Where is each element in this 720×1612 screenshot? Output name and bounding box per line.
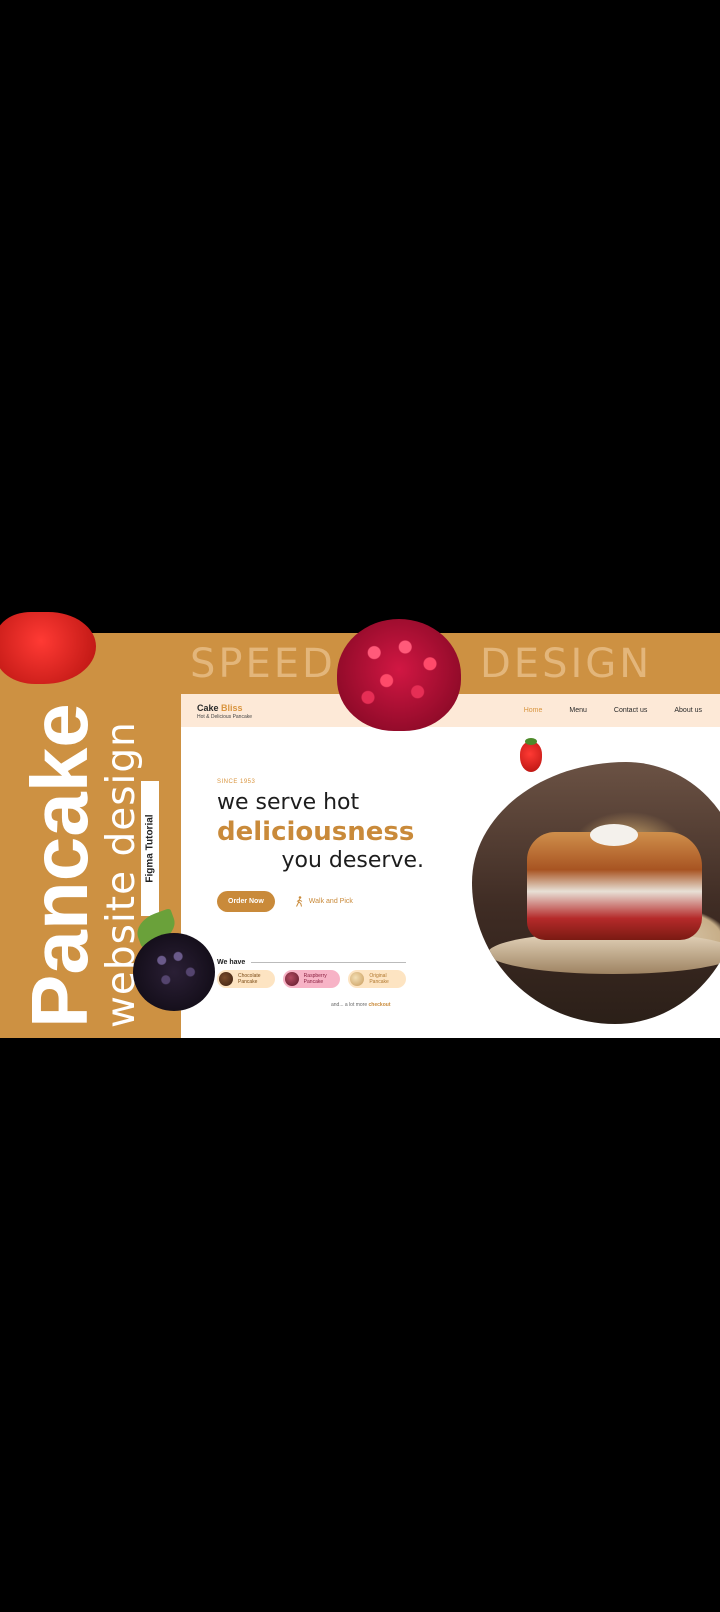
figma-tutorial-label: Figma Tutorial xyxy=(144,814,156,883)
banner-word-speed: SPEED xyxy=(190,641,336,687)
nav-links: Home Menu Contact us About us xyxy=(524,694,702,727)
chip-raspberry-pancake[interactable]: Raspberry Pancake xyxy=(282,970,341,988)
cta-row: Order Now Walk and Pick xyxy=(217,891,353,912)
walk-and-pick-link[interactable]: Walk and Pick xyxy=(295,896,353,907)
chip-line2: Pancake xyxy=(369,979,389,985)
raspberry-pancake-thumbnail xyxy=(284,972,299,986)
we-have-section: We have Chocolate Pancake Raspberry Pancak… xyxy=(217,959,407,988)
banner-word-design: DESIGN xyxy=(480,641,653,687)
raspberry-image xyxy=(337,619,461,731)
figma-tutorial-tag: Figma Tutorial xyxy=(141,781,159,916)
chip-label: Chocolate Pancake xyxy=(238,973,261,985)
nav-menu[interactable]: Menu xyxy=(569,707,587,714)
brand-tagline: Hot & Delicious Pancake xyxy=(197,714,253,720)
blackberry-image xyxy=(133,933,215,1011)
original-pancake-thumbnail xyxy=(350,972,365,986)
walking-person-icon xyxy=(295,896,303,907)
checkout-link[interactable]: checkout xyxy=(369,1002,391,1008)
hero-line3: you deserve. xyxy=(281,848,424,873)
divider xyxy=(251,962,406,963)
small-strawberry-image xyxy=(520,738,542,772)
hero-line2: deliciousness xyxy=(217,817,415,847)
chip-chocolate-pancake[interactable]: Chocolate Pancake xyxy=(217,970,275,988)
chip-label: Raspberry Pancake xyxy=(304,973,327,985)
we-have-header: We have xyxy=(217,959,406,966)
more-prefix: and... a lot more xyxy=(331,1002,369,1008)
website-mockup: Cake Bliss Hot & Delicious Pancake Home … xyxy=(181,694,720,1038)
hero-text: SINCE 1953 we serve hot deliciousness yo… xyxy=(217,779,424,873)
brand-name-part1: Cake xyxy=(197,703,222,713)
pancake-stack-image xyxy=(527,832,702,940)
chip-line2: Pancake xyxy=(238,979,258,985)
brand-logo[interactable]: Cake Bliss Hot & Delicious Pancake xyxy=(197,703,252,720)
side-title: Pancake website design xyxy=(15,703,144,1028)
since-label: SINCE 1953 xyxy=(217,779,256,785)
chocolate-pancake-thumbnail xyxy=(219,972,233,986)
chip-original-pancake[interactable]: Original Pancake xyxy=(348,970,407,988)
nav-about-us[interactable]: About us xyxy=(674,707,702,714)
chip-line2: Pancake xyxy=(303,979,324,985)
nav-home[interactable]: Home xyxy=(524,707,543,714)
pancake-chips: Chocolate Pancake Raspberry Pancake Origin… xyxy=(217,970,407,988)
walk-and-pick-label: Walk and Pick xyxy=(308,898,353,905)
chip-label: Original Pancake xyxy=(369,973,388,985)
pancake-photo xyxy=(472,762,720,1024)
we-have-label: We have xyxy=(217,959,246,966)
nav-contact-us[interactable]: Contact us xyxy=(614,707,647,714)
more-checkout-text: and... a lot more checkout xyxy=(331,1002,390,1008)
hero-line1: we serve hot xyxy=(217,790,360,815)
brand-name: Cake Bliss xyxy=(197,703,252,713)
brand-name-part2: Bliss xyxy=(221,703,243,713)
order-now-button[interactable]: Order Now xyxy=(217,891,275,912)
pancake-title: Pancake xyxy=(15,703,104,1028)
whipped-cream-image xyxy=(590,824,638,846)
